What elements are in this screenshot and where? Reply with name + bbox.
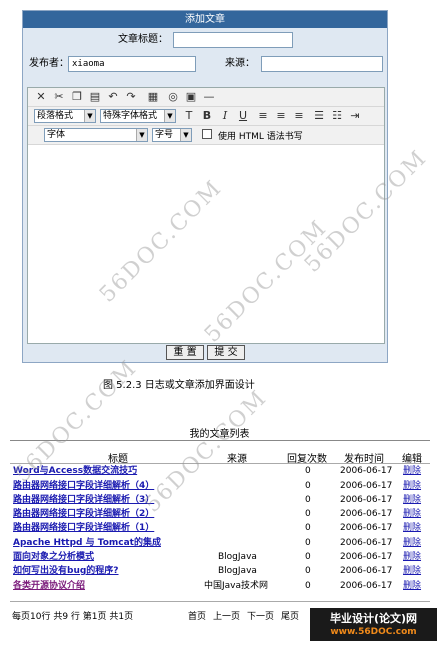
align-right-icon[interactable]: ≡ [292,109,306,123]
align-center-icon[interactable]: ≡ [274,109,288,123]
article-replies: 0 [305,552,311,562]
align-left-icon[interactable]: ≡ [256,109,270,123]
article-replies: 0 [305,523,311,533]
chevron-down-icon: ▼ [136,129,147,141]
article-replies: 0 [305,509,311,519]
title-input[interactable] [173,32,293,48]
article-title-link[interactable]: Apache Httpd 与 Tomcat的集成 [13,537,161,550]
web-icon[interactable]: ◎ [166,90,180,104]
article-time: 2006-06-17 [340,509,393,519]
text-format-icon[interactable]: T [182,109,196,123]
font-size-value: 字号 [155,130,174,140]
article-replies: 0 [305,466,311,476]
article-title-link[interactable]: 路由器网络接口字段详细解析（2） [13,508,154,521]
paragraph-format-value: 段落格式 [37,111,74,121]
delete-link[interactable]: 删除 [403,565,421,578]
editor-toolbar-2: 段落格式 ▼ 特殊字体格式 ▼ T B I U ≡ ≡ ≡ ☰ ☷ ⇥ [28,107,384,126]
article-title-link[interactable]: 路由器网络接口字段详细解析（3） [13,494,154,507]
article-time: 2006-06-17 [340,581,393,591]
panel-title: 添加文章 [23,11,387,28]
article-time: 2006-06-17 [340,538,393,548]
indent-icon[interactable]: ⇥ [348,109,362,123]
paragraph-format-select[interactable]: 段落格式 ▼ [34,109,96,123]
delete-link[interactable]: 删除 [403,508,421,521]
underline-icon[interactable]: U [236,109,250,123]
chevron-down-icon: ▼ [180,129,191,141]
divider [10,601,430,602]
article-source: BlogJava [218,566,257,576]
article-time: 2006-06-17 [340,466,393,476]
publisher-input[interactable]: xiaoma [68,56,196,72]
undo-icon[interactable]: ↶ [106,90,120,104]
cut-icon[interactable]: ✕ [34,90,48,104]
next-page-link[interactable]: 下一页 [247,609,274,622]
font-value: 字体 [47,130,66,140]
site-brand-logo: 毕业设计(论文)网 www.56DOC.com [310,608,437,641]
paste-icon[interactable]: ▤ [88,90,102,104]
article-replies: 0 [305,566,311,576]
editor-toolbar-1: ✕ ✂ ❐ ▤ ↶ ↷ ▦ ◎ ▣ — [28,88,384,107]
article-time: 2006-06-17 [340,566,393,576]
font-select[interactable]: 字体 ▼ [44,128,148,142]
watermark: 56DOC.COM [140,385,273,518]
delete-link[interactable]: 删除 [403,580,421,593]
delete-link[interactable]: 删除 [403,480,421,493]
pager-info: 每页10行 共9 行 第1页 共1页 [12,612,134,622]
delete-link[interactable]: 删除 [403,494,421,507]
last-page-link[interactable]: 尾页 [281,609,299,622]
article-title-link[interactable]: 面向对象之分析模式 [13,551,94,564]
first-page-link[interactable]: 首页 [188,609,206,622]
italic-icon[interactable]: I [218,109,232,123]
special-format-select[interactable]: 特殊字体格式 ▼ [100,109,176,123]
image-icon[interactable]: ▣ [184,90,198,104]
chevron-down-icon: ▼ [84,110,95,122]
article-time: 2006-06-17 [340,523,393,533]
brand-url: www.56DOC.com [330,627,417,637]
title-label: 文章标题： [118,34,168,45]
article-replies: 0 [305,538,311,548]
article-source: BlogJava [218,552,257,562]
article-title-link[interactable]: 各类开源协议介绍 [13,580,85,593]
reset-button[interactable]: 重 置 [166,345,204,360]
delete-link[interactable]: 删除 [403,465,421,478]
article-time: 2006-06-17 [340,481,393,491]
source-label: 来源： [225,58,255,69]
numbered-list-icon[interactable]: ☰ [312,109,326,123]
prev-page-link[interactable]: 上一页 [213,609,240,622]
delete-link[interactable]: 删除 [403,551,421,564]
article-title-link[interactable]: 如何写出没有bug的程序? [13,565,119,578]
divider [10,463,430,464]
delete-link[interactable]: 删除 [403,537,421,550]
article-time: 2006-06-17 [340,495,393,505]
article-replies: 0 [305,495,311,505]
scissors-icon[interactable]: ✂ [52,90,66,104]
horizontal-rule-icon[interactable]: — [202,90,216,104]
publisher-label: 发布者： [29,58,69,69]
copy-icon[interactable]: ❐ [70,90,84,104]
bold-icon[interactable]: B [200,109,214,123]
special-format-value: 特殊字体格式 [103,111,158,121]
source-input[interactable] [261,56,383,72]
bullet-list-icon[interactable]: ☷ [330,109,344,123]
article-title-link[interactable]: 路由器网络接口字段详细解析（1） [13,522,154,535]
submit-button[interactable]: 提 交 [207,345,245,360]
delete-link[interactable]: 删除 [403,522,421,535]
html-mode-checkbox[interactable] [202,129,212,139]
rich-text-editor: ✕ ✂ ❐ ▤ ↶ ↷ ▦ ◎ ▣ — 段落格式 ▼ 特殊字体格式 ▼ T B … [27,87,385,344]
redo-icon[interactable]: ↷ [124,90,138,104]
editor-toolbar-3: 字体 ▼ 字号 ▼ 使用 HTML 语法书写 [28,126,384,145]
article-title-link[interactable]: 路由器网络接口字段详细解析（4） [13,480,154,493]
font-size-select[interactable]: 字号 ▼ [152,128,192,142]
article-replies: 0 [305,581,311,591]
chevron-down-icon: ▼ [164,110,175,122]
article-source: 中国Java技术网 [204,581,269,591]
brand-title: 毕业设计(论文)网 [329,612,418,625]
article-time: 2006-06-17 [340,552,393,562]
table-icon[interactable]: ▦ [146,90,160,104]
html-mode-label: 使用 HTML 语法书写 [218,132,303,142]
article-replies: 0 [305,481,311,491]
